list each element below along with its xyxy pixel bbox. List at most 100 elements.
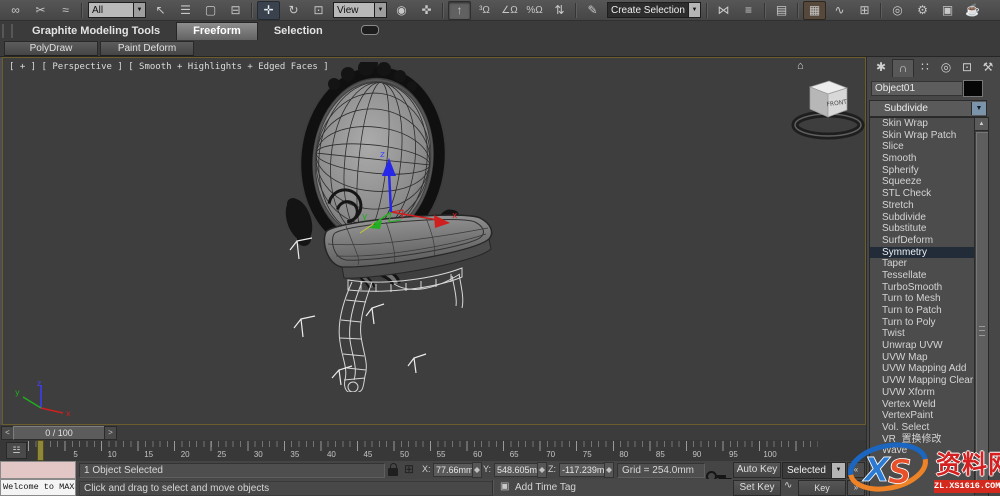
x-spinner[interactable] <box>472 462 482 478</box>
modifier-dropdown[interactable]: Subdivide ▼ <box>869 100 987 117</box>
modify-tab-icon[interactable]: ∩ <box>892 59 914 77</box>
set-key-button[interactable]: Set Key <box>733 480 781 496</box>
percent-snap-icon[interactable]: %Ω <box>523 1 546 20</box>
modifier-item[interactable]: Substitute <box>870 223 988 235</box>
modifier-item[interactable]: Skin Wrap <box>870 118 988 130</box>
time-slider-track[interactable]: < 0 / 100 > <box>0 425 866 441</box>
modifier-item[interactable]: Slice <box>870 141 988 153</box>
selection-filter-dropdown[interactable]: All▼ <box>88 2 146 18</box>
chair-model[interactable]: z y x <box>276 62 506 392</box>
align-icon[interactable]: ≡ <box>737 1 760 20</box>
chevron-down-icon[interactable]: ▼ <box>133 3 145 17</box>
chevron-down-icon[interactable]: ▼ <box>688 3 700 17</box>
snap-toggle-3d-icon[interactable]: ³Ω <box>473 1 496 20</box>
y-coord-field[interactable]: 548.605mm <box>494 463 540 477</box>
modifier-item[interactable]: Turn to Patch <box>870 305 988 317</box>
select-by-name-icon[interactable]: ☰ <box>174 1 197 20</box>
modifier-item[interactable]: TurboSmooth <box>870 282 988 294</box>
y-spinner[interactable] <box>537 462 547 478</box>
modifier-item[interactable]: SurfDeform <box>870 235 988 247</box>
modifier-item[interactable]: Symmetry <box>870 247 988 259</box>
rectangular-selection-region-icon[interactable]: ▢ <box>199 1 222 20</box>
create-tab-icon[interactable]: ✱ <box>871 59 891 76</box>
curve-editor-icon[interactable]: ∿ <box>828 1 851 20</box>
angle-snap-icon[interactable]: ∠Ω <box>498 1 521 20</box>
mirror-icon[interactable]: ⋈ <box>712 1 735 20</box>
bind-to-space-warp-icon[interactable]: ≈ <box>54 1 77 20</box>
modifier-item[interactable]: UVW Mapping Clear <box>870 375 988 387</box>
keyboard-override-icon[interactable]: ↑ <box>448 1 471 20</box>
render-production-icon[interactable]: ☕ <box>961 1 984 20</box>
select-and-rotate-icon[interactable]: ↻ <box>282 1 305 20</box>
object-color-swatch[interactable] <box>963 80 983 97</box>
modifier-item[interactable]: VertexPaint <box>870 410 988 422</box>
modifier-item[interactable]: Vol. Select <box>870 422 988 434</box>
viewcube-home-icon[interactable]: ⌂ <box>797 60 804 72</box>
ribbon-minimize-icon[interactable] <box>361 25 379 35</box>
z-spinner[interactable] <box>604 462 614 478</box>
utilities-tab-icon[interactable]: ⚒ <box>978 59 998 76</box>
spinner-snap-icon[interactable]: ⇅ <box>548 1 571 20</box>
modifier-item[interactable]: Smooth <box>870 153 988 165</box>
modifier-item[interactable]: Stretch <box>870 200 988 212</box>
modifier-item[interactable]: Squeeze <box>870 176 988 188</box>
key-mode-curve-icon[interactable]: ∿ <box>784 480 792 491</box>
chair-seat[interactable] <box>324 215 491 278</box>
chair-legs-wireframe[interactable] <box>339 268 463 392</box>
key-filters-button[interactable]: Key Filters... <box>798 480 846 496</box>
select-and-scale-icon[interactable]: ⊡ <box>307 1 330 20</box>
modifier-item[interactable]: Spherify <box>870 165 988 177</box>
time-slider-handle[interactable]: 0 / 100 <box>13 426 105 440</box>
select-and-manipulate-icon[interactable]: ✜ <box>415 1 438 20</box>
modifier-item[interactable]: Skin Wrap Patch <box>870 130 988 142</box>
modifier-item[interactable]: Twist <box>870 328 988 340</box>
ribbon-tab-freeform[interactable]: Freeform <box>176 22 258 40</box>
graphite-ribbon-toggle-icon[interactable]: ▦ <box>803 1 826 20</box>
window-crossing-icon[interactable]: ⊟ <box>224 1 247 20</box>
material-editor-icon[interactable]: ◎ <box>886 1 909 20</box>
ribbon-subtab-paint-deform[interactable]: Paint Deform <box>100 41 194 56</box>
add-time-tag[interactable]: Add Time Tag <box>515 482 576 493</box>
selection-lock-icon[interactable] <box>388 468 398 476</box>
modifier-item[interactable]: Unwrap UVW <box>870 340 988 352</box>
select-and-link-icon[interactable]: ∞ <box>4 1 27 20</box>
modifier-item[interactable]: Taper <box>870 258 988 270</box>
ribbon-tab-selection[interactable]: Selection <box>258 23 339 40</box>
viewcube[interactable]: FRONT <box>787 72 869 144</box>
layer-manager-icon[interactable]: ▤ <box>770 1 793 20</box>
absolute-offset-toggle-icon[interactable]: ⊞ <box>404 462 414 476</box>
rendered-frame-window-icon[interactable]: ▣ <box>936 1 959 20</box>
use-pivot-point-icon[interactable]: ◉ <box>390 1 413 20</box>
modifier-item[interactable]: Tessellate <box>870 270 988 282</box>
reference-coordinate-dropdown[interactable]: View▼ <box>333 2 387 18</box>
named-selection-set-dropdown[interactable]: Create Selection Se▼ <box>607 2 701 18</box>
chevron-down-icon[interactable]: ▼ <box>971 102 986 115</box>
modifier-item[interactable]: UVW Xform <box>870 387 988 399</box>
x-coord-field[interactable]: 77.66mm <box>433 463 475 477</box>
render-setup-icon[interactable]: ⚙ <box>911 1 934 20</box>
edit-named-selections-icon[interactable]: ✎ <box>581 1 604 20</box>
ribbon-grip[interactable] <box>2 24 13 38</box>
modifier-item[interactable]: UVW Map <box>870 352 988 364</box>
next-frame-button[interactable]: > <box>104 426 117 440</box>
select-and-move-icon[interactable]: ✛ <box>257 1 280 20</box>
ribbon-subtab-polydraw[interactable]: PolyDraw <box>4 41 98 56</box>
ribbon-tab-graphite-modeling-tools[interactable]: Graphite Modeling Tools <box>16 23 176 40</box>
chevron-down-icon[interactable]: ▼ <box>374 3 386 17</box>
unlink-selection-icon[interactable]: ✂ <box>29 1 52 20</box>
modifier-item[interactable]: UVW Mapping Add <box>870 363 988 375</box>
key-selection-dropdown[interactable]: Selected ▼ <box>782 462 846 479</box>
maxscript-listener[interactable]: Welcome to MAXS <box>0 479 76 496</box>
current-frame-marker[interactable] <box>37 440 44 461</box>
select-object-icon[interactable]: ↖ <box>149 1 172 20</box>
z-coord-field[interactable]: -117.239mm <box>559 463 607 477</box>
auto-key-button[interactable]: Auto Key <box>733 462 781 478</box>
scroll-up-icon[interactable]: ▲ <box>975 118 988 131</box>
motion-tab-icon[interactable]: ◎ <box>936 59 956 76</box>
time-tag-icon[interactable]: ▣ <box>500 481 509 492</box>
maxscript-mini-listener[interactable] <box>0 461 76 479</box>
mini-curve-editor-button[interactable]: ☳ <box>6 442 27 459</box>
modifier-item[interactable]: Vertex Weld <box>870 399 988 411</box>
modifier-item[interactable]: Subdivide <box>870 212 988 224</box>
modifier-item[interactable]: STL Check <box>870 188 988 200</box>
